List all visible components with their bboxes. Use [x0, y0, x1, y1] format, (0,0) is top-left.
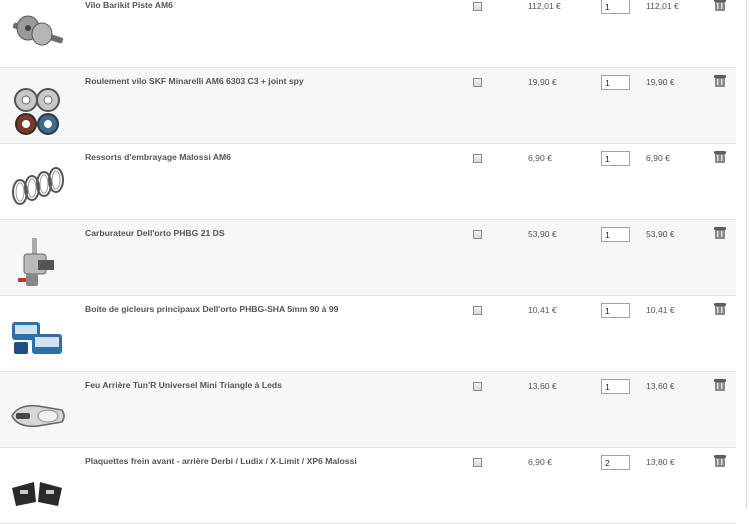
- product-name[interactable]: Vilo Barikit Piste AM6: [85, 0, 173, 10]
- remove-checkbox[interactable]: [473, 154, 482, 163]
- unit-price: 6,90 €: [528, 153, 552, 163]
- jet-box-image: [12, 322, 62, 354]
- quantity-input[interactable]: [601, 75, 630, 90]
- unit-price: 53,90 €: [528, 229, 557, 239]
- trash-icon[interactable]: [713, 150, 727, 164]
- quantity-input[interactable]: [601, 227, 630, 242]
- quantity-input[interactable]: [601, 379, 630, 394]
- product-name[interactable]: Plaquettes frein avant - arrière Derbi /…: [85, 456, 357, 466]
- unit-price: 19,90 €: [528, 77, 557, 87]
- trash-icon[interactable]: [713, 302, 727, 316]
- bearings-image: [14, 88, 60, 135]
- cart-row: Feu Arrière Tun'R Universel Mini Triangl…: [0, 372, 736, 448]
- crankshaft-image: [12, 15, 64, 46]
- product-name[interactable]: Ressorts d'embrayage Malossi AM6: [85, 152, 231, 162]
- line-total: 112,01 €: [646, 1, 679, 11]
- trash-icon[interactable]: [713, 226, 727, 240]
- remove-checkbox[interactable]: [473, 382, 482, 391]
- unit-price: 10,41 €: [528, 305, 557, 315]
- cart-row: Vilo Barikit Piste AM6 112,01 € 112,01 €: [0, 0, 736, 68]
- remove-checkbox[interactable]: [473, 230, 482, 239]
- cart-row: Plaquettes frein avant - arrière Derbi /…: [0, 448, 736, 524]
- unit-price: 112,01 €: [528, 1, 561, 11]
- product-name[interactable]: Feu Arrière Tun'R Universel Mini Triangl…: [85, 380, 282, 390]
- trash-icon[interactable]: [713, 454, 727, 468]
- cart-row: Ressorts d'embrayage Malossi AM6 6,90 € …: [0, 144, 736, 220]
- unit-price: 6,90 €: [528, 457, 552, 467]
- quantity-input[interactable]: [601, 151, 630, 166]
- quantity-input[interactable]: [601, 303, 630, 318]
- line-total: 13,60 €: [646, 381, 675, 391]
- tail-light-image: [11, 404, 65, 428]
- cart-row: Roulement vilo SKF Minarelli AM6 6303 C3…: [0, 68, 736, 144]
- page-edge: [746, 0, 747, 508]
- springs-image: [12, 167, 64, 205]
- remove-checkbox[interactable]: [473, 306, 482, 315]
- remove-checkbox[interactable]: [473, 2, 482, 11]
- remove-checkbox[interactable]: [473, 78, 482, 87]
- trash-icon[interactable]: [713, 0, 727, 12]
- line-total: 13,80 €: [646, 457, 675, 467]
- trash-icon[interactable]: [713, 74, 727, 88]
- trash-icon[interactable]: [713, 378, 727, 392]
- quantity-input[interactable]: [601, 455, 630, 470]
- product-name[interactable]: Roulement vilo SKF Minarelli AM6 6303 C3…: [85, 76, 304, 86]
- brake-pads-image: [12, 482, 62, 506]
- line-total: 10,41 €: [646, 305, 675, 315]
- cart-table: Vilo Barikit Piste AM6 112,01 € 112,01 €…: [0, 0, 736, 524]
- cart-row: Boite de gicleurs principaux Dell'orto P…: [0, 296, 736, 372]
- product-name[interactable]: Boite de gicleurs principaux Dell'orto P…: [85, 304, 338, 314]
- line-total: 6,90 €: [646, 153, 670, 163]
- product-name[interactable]: Carburateur Dell'orto PHBG 21 DS: [85, 228, 225, 238]
- line-total: 19,90 €: [646, 77, 675, 87]
- unit-price: 13,60 €: [528, 381, 557, 391]
- cart-row: Carburateur Dell'orto PHBG 21 DS 53,90 €…: [0, 220, 736, 296]
- carburetor-image: [18, 238, 54, 286]
- line-total: 53,90 €: [646, 229, 675, 239]
- quantity-input[interactable]: [601, 0, 630, 14]
- remove-checkbox[interactable]: [473, 458, 482, 467]
